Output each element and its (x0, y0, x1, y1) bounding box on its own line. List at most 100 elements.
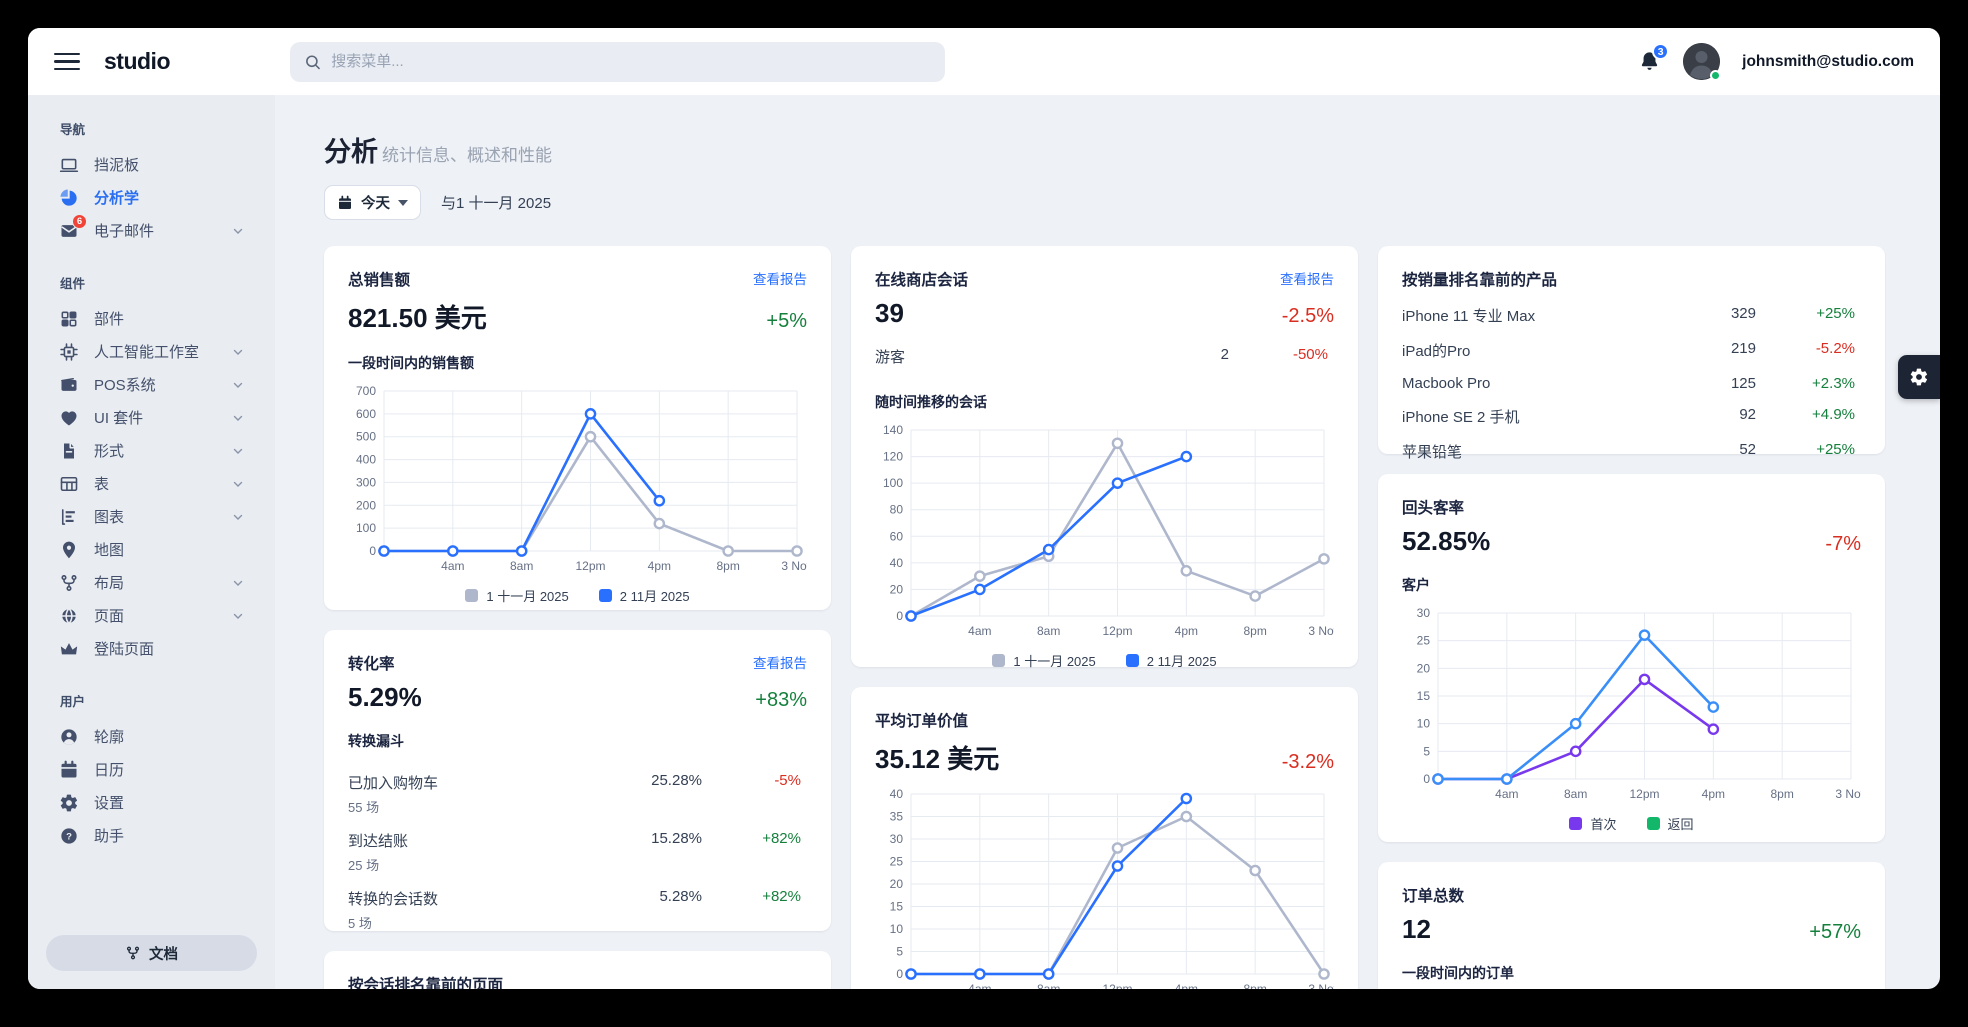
sidebar-item-widgets[interactable]: 部件 (46, 302, 257, 335)
docs-button[interactable]: 文档 (46, 935, 257, 971)
legend-label: 1 十一月 2025 (1013, 651, 1095, 670)
sidebar-item-label: 分析学 (94, 187, 245, 208)
svg-text:?: ? (66, 831, 72, 842)
hamburger-menu-icon[interactable] (54, 48, 80, 76)
svg-text:8am: 8am (510, 559, 533, 573)
view-report-link[interactable]: 查看报告 (753, 652, 807, 672)
avatar[interactable] (1683, 43, 1720, 80)
legend-item: 返回 (1647, 814, 1694, 833)
visitors-row: 游客 2 -50% (875, 339, 1334, 374)
sidebar-item-pos-system[interactable]: POS系统 (46, 368, 257, 401)
row-delta: +25% (1756, 441, 1861, 458)
conversion-funnel-rows: 已加入购物车55 场25.28%-5%到达结账25 场15.28%+82%转换的… (348, 765, 807, 939)
chevron-down-icon (231, 378, 245, 392)
row-sublabel: 5 场 (348, 913, 607, 932)
svg-text:8pm: 8pm (1243, 624, 1266, 638)
svg-text:8pm: 8pm (1770, 787, 1793, 801)
row-label: 已加入购物车55 场 (348, 772, 607, 816)
app-window: studio 3 johnsmith@studio.com 导航挡泥板分析学6电… (28, 28, 1940, 989)
card-title: 按会话排名靠前的页面 (348, 973, 807, 989)
sidebar-item-charts[interactable]: 图表 (46, 500, 257, 533)
sidebar-item-pages[interactable]: 页面 (46, 599, 257, 632)
sales-line-chart: 01002003004005006007004am8am12pm4pm8pm3 … (348, 383, 807, 580)
sidebar-item-helper[interactable]: ? 助手 (46, 819, 257, 852)
pie-chart-icon (58, 187, 80, 209)
calendar-icon (337, 195, 353, 211)
view-report-link[interactable]: 查看报告 (753, 268, 807, 288)
sidebar-item-dashboard[interactable]: 挡泥板 (46, 148, 257, 181)
svg-text:400: 400 (356, 453, 376, 467)
svg-text:12pm: 12pm (1102, 624, 1132, 638)
settings-fab[interactable] (1898, 355, 1940, 399)
average-order-value-card: 平均订单价值 35.12 美元 -3.2% 05101520253035404a… (851, 687, 1358, 989)
sidebar-item-ai-studio[interactable]: 人工智能工作室 (46, 335, 257, 368)
customers-line-chart: 0510152025304am8am12pm4pm8pm3 Nov (1402, 605, 1861, 808)
row-delta: -50% (1229, 346, 1334, 363)
table-row: 转换的会话数5 场5.28%+82% (348, 881, 807, 939)
legend-item: 2 11月 2025 (599, 586, 690, 605)
top-products-rows: iPhone 11 专业 Max329+25%iPad的Pro219-5.2%M… (1402, 298, 1861, 469)
sidebar-item-maps[interactable]: 地图 (46, 533, 257, 566)
chevron-down-icon (231, 510, 245, 524)
notification-bell-icon[interactable]: 3 (1638, 50, 1661, 73)
view-report-link[interactable]: 查看报告 (1280, 268, 1334, 288)
sidebar-item-tables[interactable]: 表 (46, 467, 257, 500)
card-value: 5.29% (348, 682, 422, 713)
svg-text:5: 5 (896, 945, 903, 959)
svg-text:700: 700 (356, 384, 376, 398)
svg-text:500: 500 (356, 430, 376, 444)
svg-text:4pm: 4pm (648, 559, 671, 573)
top-pages-card: 按会话排名靠前的页面 (324, 951, 831, 989)
svg-text:0: 0 (1423, 772, 1430, 786)
card-value: 39 (875, 298, 904, 329)
sidebar-item-layouts[interactable]: 布局 (46, 566, 257, 599)
svg-text:20: 20 (1417, 661, 1431, 675)
chevron-down-icon (231, 576, 245, 590)
sidebar-sections: 导航挡泥板分析学6电子邮件组件部件人工智能工作室POS系统UI 套件形式表图表地… (28, 119, 275, 852)
sidebar-item-label: 助手 (94, 825, 245, 846)
chart-label: 一段时间内的销售额 (348, 353, 807, 373)
svg-text:200: 200 (356, 498, 376, 512)
search-bar[interactable] (290, 42, 945, 82)
card-value: 821.50 美元 (348, 298, 487, 335)
svg-text:35: 35 (890, 810, 904, 824)
sidebar-item-calendar[interactable]: 日历 (46, 753, 257, 786)
top-products-card: 按销量排名靠前的产品 iPhone 11 专业 Max329+25%iPad的P… (1378, 246, 1885, 454)
svg-text:3 Nov: 3 Nov (1308, 982, 1334, 989)
table-row: Macbook Pro125+2.3% (1402, 368, 1861, 399)
svg-text:5: 5 (1423, 744, 1430, 758)
row-value: 15.28% (607, 830, 702, 847)
row-label: iPhone 11 专业 Max (1402, 305, 1661, 326)
card-value: 12 (1402, 914, 1431, 945)
main-content: 分析 统计信息、概述和性能 今天 与1 十一月 2025 总销售额 查 (275, 95, 1940, 989)
sidebar-item-settings[interactable]: 设置 (46, 786, 257, 819)
sidebar-item-email[interactable]: 6电子邮件 (46, 214, 257, 247)
sidebar-section-label: 组件 (60, 273, 257, 292)
row-delta: -5.2% (1756, 340, 1861, 357)
svg-text:3 Nov: 3 Nov (1308, 624, 1334, 638)
legend-label: 首次 (1590, 814, 1616, 833)
svg-text:0: 0 (369, 544, 376, 558)
sidebar-item-forms[interactable]: 形式 (46, 434, 257, 467)
sidebar-item-landing-pages[interactable]: 登陆页面 (46, 632, 257, 665)
sidebar-item-label: 登陆页面 (94, 638, 245, 659)
row-label: 游客 (875, 346, 1134, 367)
sidebar-item-profile[interactable]: 轮廓 (46, 720, 257, 753)
table-row: 苹果铅笔52+25% (1402, 434, 1861, 469)
svg-text:8am: 8am (1564, 787, 1587, 801)
svg-text:15: 15 (890, 900, 904, 914)
card-title: 按销量排名靠前的产品 (1402, 268, 1861, 290)
conversion-rate-card: 转化率 查看报告 5.29% +83% 转换漏斗 已加入购物车55 场25.28… (324, 630, 831, 931)
chart-label: 一段时间内的订单 (1402, 963, 1861, 983)
row-sublabel: 55 场 (348, 797, 607, 816)
svg-text:12pm: 12pm (1102, 982, 1132, 989)
search-input[interactable] (331, 53, 931, 70)
date-filter-button[interactable]: 今天 (324, 185, 421, 220)
sidebar-item-analytics[interactable]: 分析学 (46, 181, 257, 214)
svg-text:600: 600 (356, 407, 376, 421)
sidebar-item-label: 图表 (94, 506, 231, 527)
delta-badge: +83% (755, 689, 807, 712)
row-label: 苹果铅笔 (1402, 441, 1661, 462)
row-delta: +82% (702, 830, 807, 847)
sidebar-item-ui-kit[interactable]: UI 套件 (46, 401, 257, 434)
